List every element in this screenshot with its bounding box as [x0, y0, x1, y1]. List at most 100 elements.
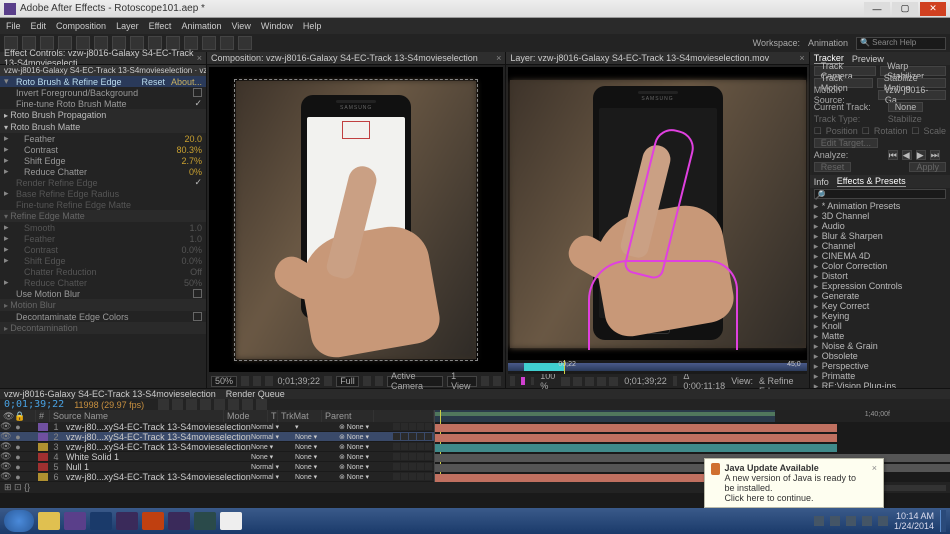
timeline-layer-row[interactable]: 👁●3vzw-j80...xyS4-EC-Track 13-S4moviesel…	[0, 442, 434, 452]
timeline-layer-row[interactable]: 👁●4White Solid 1None ▾None ▾⊚ None ▾	[0, 452, 434, 462]
roto-brush-tool[interactable]	[220, 36, 234, 50]
menu-window[interactable]: Window	[261, 21, 293, 31]
preset-category[interactable]: ▸Knoll	[810, 321, 950, 331]
mask-icon[interactable]	[265, 376, 273, 386]
search-help-input[interactable]: 🔍 Search Help	[856, 37, 946, 50]
notif-close-icon[interactable]: ×	[872, 463, 877, 473]
presets-list[interactable]: ▸* Animation Presets▸3D Channel▸Audio▸Bl…	[810, 200, 950, 388]
edit-target-button[interactable]: Edit Target...	[814, 138, 878, 148]
freeze-icon[interactable]	[510, 376, 515, 386]
eraser-tool[interactable]	[202, 36, 216, 50]
tray-icon[interactable]	[830, 516, 840, 526]
layer-tab[interactable]: Layer: vzw-j8016-Galaxy S4-EC-Track 13-S…	[506, 52, 808, 65]
timeline-layer-row[interactable]: 👁●2vzw-j80...xyS4-EC-Track 13-S4moviesel…	[0, 432, 434, 442]
preset-category[interactable]: ▸Key Correct	[810, 301, 950, 311]
preset-category[interactable]: ▸Noise & Grain	[810, 341, 950, 351]
layer-bar-1[interactable]	[435, 424, 837, 432]
composition-tab[interactable]: Composition: vzw-j8016-Galaxy S4-EC-Trac…	[207, 52, 505, 65]
ec-reduce-chatter[interactable]: ▸Reduce Chatter0%	[0, 166, 206, 177]
close-icon[interactable]: ×	[799, 53, 804, 63]
current-track-select[interactable]: None	[888, 102, 924, 112]
show-desktop-button[interactable]	[940, 510, 946, 532]
tab-effects-presets[interactable]: Effects & Presets	[837, 176, 906, 187]
alpha-icon[interactable]	[673, 376, 678, 386]
menu-layer[interactable]: Layer	[116, 21, 139, 31]
menu-composition[interactable]: Composition	[56, 21, 106, 31]
tray-icon[interactable]	[878, 516, 888, 526]
ec-section-matte[interactable]: ▾ Roto Brush Matte	[0, 121, 206, 133]
pixel-aspect-icon[interactable]	[481, 376, 489, 386]
opt-scale[interactable]: Scale	[923, 126, 946, 136]
tray-icon[interactable]	[814, 516, 824, 526]
fill-color[interactable]	[531, 377, 535, 385]
java-update-notification[interactable]: Java Update Available A new version of J…	[704, 458, 884, 508]
first-frame-icon[interactable]	[561, 377, 570, 386]
grid-icon[interactable]	[241, 376, 249, 386]
ec-decontaminate[interactable]: Decontaminate Edge Colors	[0, 311, 206, 322]
zoom-select[interactable]: 50%	[211, 376, 237, 387]
layer-bar-3[interactable]	[435, 444, 837, 452]
preset-category[interactable]: ▸Matte	[810, 331, 950, 341]
preset-category[interactable]: ▸* Animation Presets	[810, 201, 950, 211]
tray-icon[interactable]	[846, 516, 856, 526]
preset-category[interactable]: ▸RE:Vision Plug-ins	[810, 381, 950, 388]
premiere-icon[interactable]	[116, 512, 138, 530]
menu-view[interactable]: View	[231, 21, 250, 31]
comp-timecode[interactable]: 0;01;39;22	[277, 376, 320, 386]
ec-use-motion-blur[interactable]: Use Motion Blur	[0, 288, 206, 299]
preset-category[interactable]: ▸Channel	[810, 241, 950, 251]
close-icon[interactable]: ×	[496, 53, 501, 63]
start-button[interactable]	[4, 510, 34, 532]
layer-bar-2[interactable]	[435, 434, 837, 442]
apply-button[interactable]: Apply	[909, 162, 946, 172]
ec-contrast[interactable]: ▸Contrast80.3%	[0, 144, 206, 155]
ec-invert-fg[interactable]: Invert Foreground/Background	[0, 87, 206, 98]
frame-blend-icon[interactable]	[214, 399, 225, 410]
timeline-layer-row[interactable]: 👁●6vzw-j80...xyS4-EC-Track 13-S4moviesel…	[0, 472, 434, 482]
motion-blur-icon[interactable]	[228, 399, 239, 410]
ec-section-propagation[interactable]: ▸ Roto Brush Propagation	[0, 109, 206, 121]
preset-category[interactable]: ▸Color Correction	[810, 261, 950, 271]
photoshop-icon[interactable]	[90, 512, 112, 530]
close-button[interactable]: ✕	[920, 2, 946, 16]
menu-edit[interactable]: Edit	[31, 21, 47, 31]
shy-icon[interactable]	[200, 399, 211, 410]
tray-icon[interactable]	[862, 516, 872, 526]
motion-source-select[interactable]: vzw-j8016-Ga...	[878, 90, 946, 100]
snapshot-icon[interactable]	[324, 376, 332, 386]
timeline-layer-row[interactable]: 👁●1vzw-j80...xyS4-EC-Track 13-S4moviesel…	[0, 422, 434, 432]
timeline-layer-row[interactable]: 👁●5Null 1Normal ▾None ▾⊚ None ▾	[0, 462, 434, 472]
composition-viewer[interactable]: SAMSUNG	[209, 67, 503, 372]
views-select[interactable]: 1 View	[447, 376, 477, 387]
roi-icon[interactable]	[363, 376, 371, 386]
preset-category[interactable]: ▸Generate	[810, 291, 950, 301]
current-timecode[interactable]: 0;01;39;22	[4, 399, 64, 410]
after-effects-icon[interactable]	[64, 512, 86, 530]
brainstorm-icon[interactable]	[242, 399, 253, 410]
layer-time-ruler[interactable]: 00;22 45;0	[508, 360, 806, 374]
clock-time[interactable]: 10:14 AM	[894, 511, 934, 521]
ec-feather[interactable]: ▸Feather20.0	[0, 133, 206, 144]
stroke-color[interactable]	[521, 377, 525, 385]
layer-pct[interactable]: 100 %	[540, 371, 555, 391]
preset-category[interactable]: ▸Primatte	[810, 371, 950, 381]
preset-category[interactable]: ▸Perspective	[810, 361, 950, 371]
chrome-icon[interactable]	[220, 512, 242, 530]
presets-search[interactable]: 🔎	[814, 189, 946, 199]
opt-rotation[interactable]: Rotation	[874, 126, 908, 136]
layer-tc[interactable]: 0;01;39;22	[624, 376, 667, 386]
fast-preview-icon[interactable]	[493, 376, 501, 386]
opt-position[interactable]: Position	[826, 126, 858, 136]
menu-effect[interactable]: Effect	[149, 21, 172, 31]
preset-category[interactable]: ▸Expression Controls	[810, 281, 950, 291]
preset-category[interactable]: ▸Distort	[810, 271, 950, 281]
workspace-selector[interactable]: Animation	[808, 38, 848, 48]
prev-frame-icon[interactable]	[573, 377, 582, 386]
explorer-icon[interactable]	[38, 512, 60, 530]
speedgrade-icon[interactable]	[194, 512, 216, 530]
tab-info[interactable]: Info	[814, 177, 829, 187]
time-ruler[interactable]: 1;40;00f	[435, 410, 950, 422]
preset-category[interactable]: ▸Keying	[810, 311, 950, 321]
next-frame-icon[interactable]	[597, 377, 606, 386]
last-frame-icon[interactable]	[609, 377, 618, 386]
